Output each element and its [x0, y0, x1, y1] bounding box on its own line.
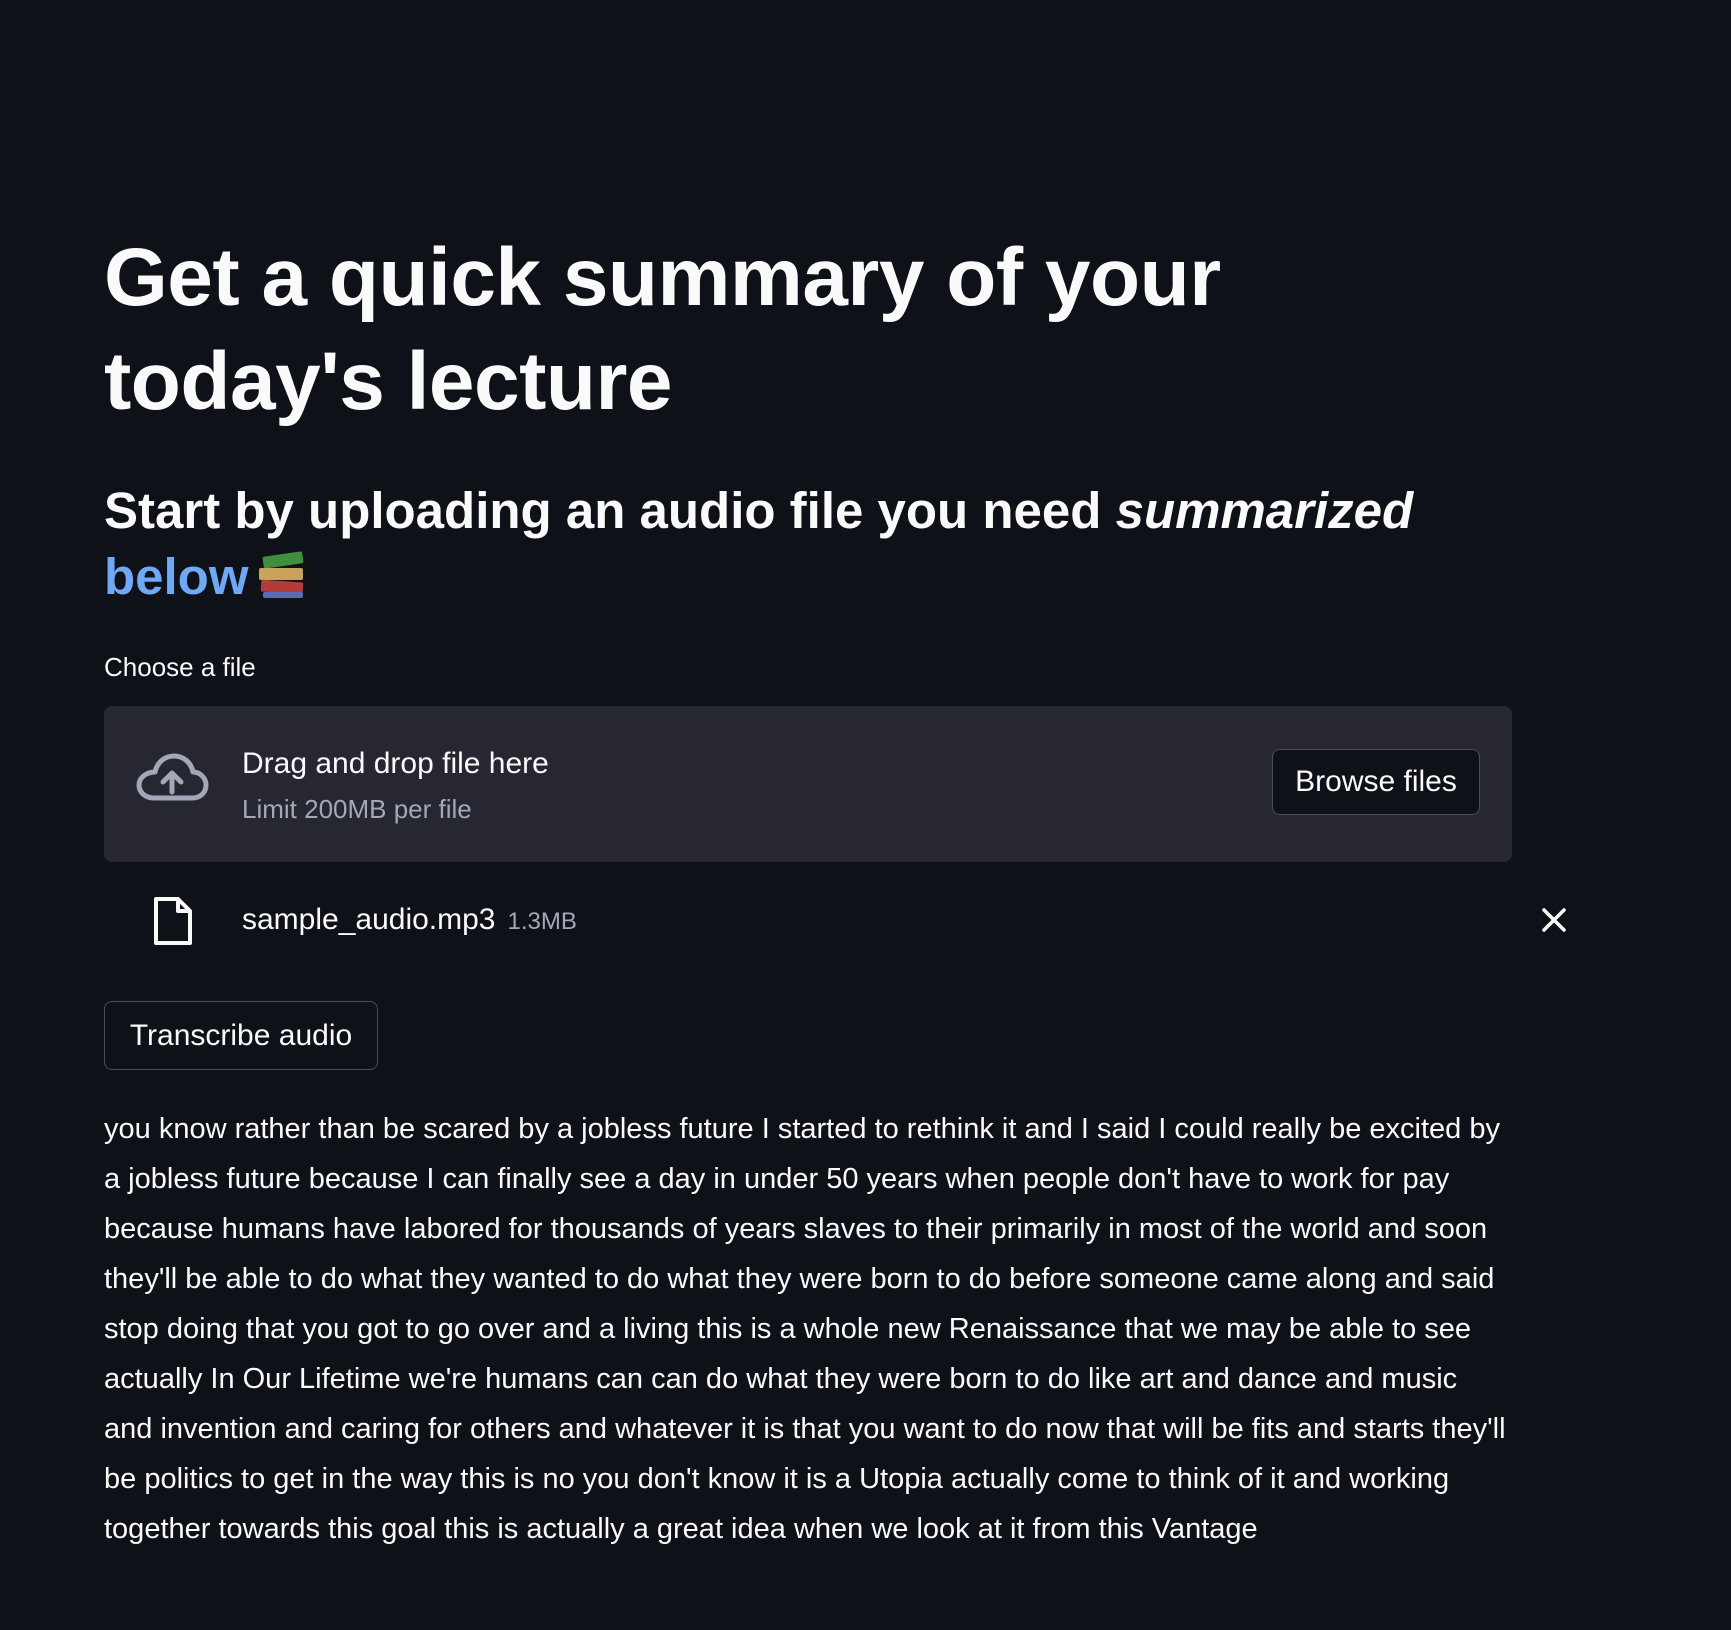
books-icon — [258, 551, 305, 598]
file-icon — [154, 897, 192, 945]
subtitle-text: Start by uploading an audio file you nee… — [104, 482, 1116, 539]
uploaded-file-row: sample_audio.mp3 1.3MB — [104, 890, 1566, 950]
transcribe-audio-button[interactable]: Transcribe audio — [104, 1001, 378, 1070]
remove-file-button[interactable] — [1534, 900, 1574, 940]
uploaded-file-size: 1.3MB — [507, 908, 577, 935]
dropzone-text: Drag and drop file here — [242, 747, 549, 780]
cloud-upload-icon — [136, 753, 209, 801]
page-title: Get a quick summary of your today's lect… — [104, 232, 1221, 427]
file-uploader-label: Choose a file — [104, 652, 256, 682]
transcript-text: you know rather than be scared by a jobl… — [104, 1113, 1506, 1545]
dropzone-limit: Limit 200MB per file — [242, 794, 472, 824]
browse-files-button[interactable]: Browse files — [1272, 749, 1480, 815]
uploaded-file-info: sample_audio.mp3 1.3MB — [242, 900, 577, 942]
file-dropzone[interactable]: Drag and drop file here Limit 200MB per … — [104, 706, 1512, 862]
subtitle-blue-text: below — [104, 548, 249, 605]
page-subtitle: Start by uploading an audio file you nee… — [104, 478, 1512, 610]
subtitle-italic-text: summarized — [1115, 482, 1414, 539]
uploaded-file-name: sample_audio.mp3 — [242, 903, 496, 936]
dropzone-instructions: Drag and drop file here Limit 200MB per … — [242, 744, 549, 826]
close-icon — [1542, 908, 1566, 932]
